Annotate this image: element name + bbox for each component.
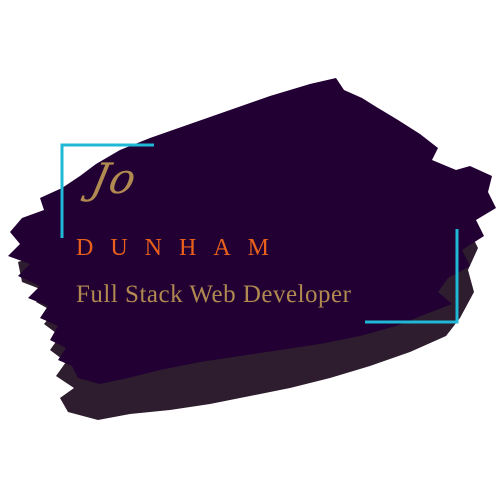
logo-canvas: Jo DUNHAM Full Stack Web Developer: [0, 0, 500, 500]
logo-first-name: Jo: [86, 154, 142, 203]
logo-last-name: DUNHAM: [76, 235, 286, 261]
logo-tagline: Full Stack Web Developer: [76, 281, 352, 308]
